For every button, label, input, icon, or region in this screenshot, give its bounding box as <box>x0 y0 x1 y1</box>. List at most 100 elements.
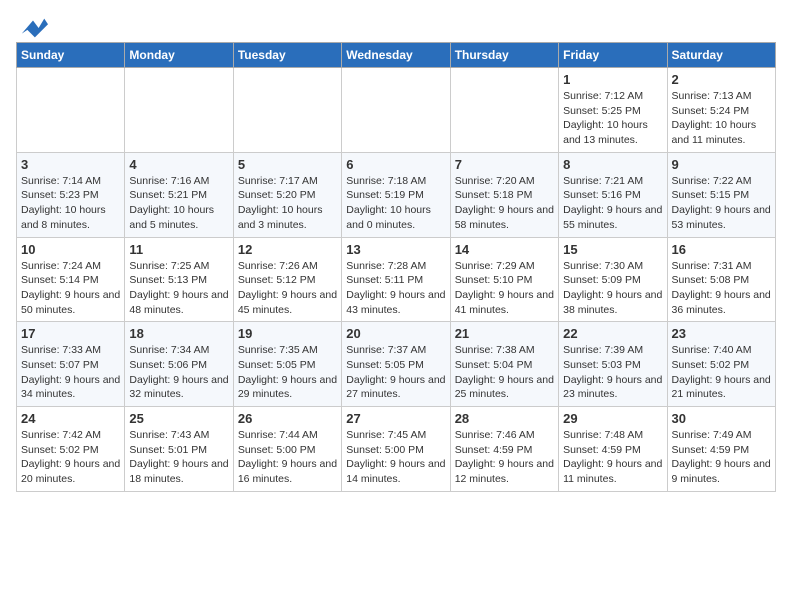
day-header-friday: Friday <box>559 43 667 68</box>
calendar-week-row: 17 Sunrise: 7:33 AM Sunset: 5:07 PM Dayli… <box>17 322 776 407</box>
calendar-cell: 19 Sunrise: 7:35 AM Sunset: 5:05 PM Dayli… <box>233 322 341 407</box>
day-number: 3 <box>21 157 120 172</box>
page-header <box>16 16 776 32</box>
day-number: 7 <box>455 157 554 172</box>
cell-content: Sunrise: 7:33 AM Sunset: 5:07 PM Dayligh… <box>21 343 120 402</box>
day-number: 30 <box>672 411 771 426</box>
day-number: 22 <box>563 326 662 341</box>
cell-content: Sunrise: 7:29 AM Sunset: 5:10 PM Dayligh… <box>455 259 554 318</box>
day-header-wednesday: Wednesday <box>342 43 450 68</box>
cell-content: Sunrise: 7:24 AM Sunset: 5:14 PM Dayligh… <box>21 259 120 318</box>
calendar-cell: 21 Sunrise: 7:38 AM Sunset: 5:04 PM Dayli… <box>450 322 558 407</box>
cell-content: Sunrise: 7:26 AM Sunset: 5:12 PM Dayligh… <box>238 259 337 318</box>
day-number: 15 <box>563 242 662 257</box>
calendar-cell <box>233 68 341 153</box>
cell-content: Sunrise: 7:49 AM Sunset: 4:59 PM Dayligh… <box>672 428 771 487</box>
day-number: 28 <box>455 411 554 426</box>
day-number: 29 <box>563 411 662 426</box>
day-number: 16 <box>672 242 771 257</box>
calendar-cell: 8 Sunrise: 7:21 AM Sunset: 5:16 PM Daylig… <box>559 152 667 237</box>
calendar-cell: 26Sunrise: 7:44 AM Sunset: 5:00 PM Dayli… <box>233 407 341 492</box>
day-number: 11 <box>129 242 228 257</box>
day-number: 27 <box>346 411 445 426</box>
calendar-week-row: 1 Sunrise: 7:12 AM Sunset: 5:25 PM Daylig… <box>17 68 776 153</box>
cell-content: Sunrise: 7:16 AM Sunset: 5:21 PM Dayligh… <box>129 174 228 233</box>
cell-content: Sunrise: 7:12 AM Sunset: 5:25 PM Dayligh… <box>563 89 662 148</box>
cell-content: Sunrise: 7:14 AM Sunset: 5:23 PM Dayligh… <box>21 174 120 233</box>
cell-content: Sunrise: 7:18 AM Sunset: 5:19 PM Dayligh… <box>346 174 445 233</box>
calendar-cell: 29 Sunrise: 7:48 AM Sunset: 4:59 PM Dayli… <box>559 407 667 492</box>
day-header-monday: Monday <box>125 43 233 68</box>
calendar-week-row: 24 Sunrise: 7:42 AM Sunset: 5:02 PM Dayli… <box>17 407 776 492</box>
calendar-cell <box>342 68 450 153</box>
cell-content: Sunrise: 7:40 AM Sunset: 5:02 PM Dayligh… <box>672 343 771 402</box>
cell-content: Sunrise: 7:43 AM Sunset: 5:01 PM Dayligh… <box>129 428 228 487</box>
cell-content: Sunrise: 7:34 AM Sunset: 5:06 PM Dayligh… <box>129 343 228 402</box>
day-header-saturday: Saturday <box>667 43 775 68</box>
cell-content: Sunrise: 7:45 AM Sunset: 5:00 PM Dayligh… <box>346 428 445 487</box>
calendar-cell: 16 Sunrise: 7:31 AM Sunset: 5:08 PM Dayli… <box>667 237 775 322</box>
day-number: 6 <box>346 157 445 172</box>
day-number: 4 <box>129 157 228 172</box>
day-header-tuesday: Tuesday <box>233 43 341 68</box>
day-number: 20 <box>346 326 445 341</box>
calendar-cell: 5 Sunrise: 7:17 AM Sunset: 5:20 PM Daylig… <box>233 152 341 237</box>
cell-content: Sunrise: 7:17 AM Sunset: 5:20 PM Dayligh… <box>238 174 337 233</box>
calendar-cell: 12Sunrise: 7:26 AM Sunset: 5:12 PM Dayli… <box>233 237 341 322</box>
logo <box>16 16 48 32</box>
calendar-header-row: SundayMondayTuesdayWednesdayThursdayFrid… <box>17 43 776 68</box>
cell-content: Sunrise: 7:42 AM Sunset: 5:02 PM Dayligh… <box>21 428 120 487</box>
cell-content: Sunrise: 7:31 AM Sunset: 5:08 PM Dayligh… <box>672 259 771 318</box>
cell-content: Sunrise: 7:39 AM Sunset: 5:03 PM Dayligh… <box>563 343 662 402</box>
calendar-cell: 13 Sunrise: 7:28 AM Sunset: 5:11 PM Dayli… <box>342 237 450 322</box>
day-number: 19 <box>238 326 337 341</box>
calendar-cell: 24 Sunrise: 7:42 AM Sunset: 5:02 PM Dayli… <box>17 407 125 492</box>
calendar-cell: 9Sunrise: 7:22 AM Sunset: 5:15 PM Daylig… <box>667 152 775 237</box>
calendar-cell: 3 Sunrise: 7:14 AM Sunset: 5:23 PM Daylig… <box>17 152 125 237</box>
day-number: 14 <box>455 242 554 257</box>
calendar-cell: 14 Sunrise: 7:29 AM Sunset: 5:10 PM Dayli… <box>450 237 558 322</box>
logo-bird-icon <box>18 16 48 38</box>
calendar-cell: 11 Sunrise: 7:25 AM Sunset: 5:13 PM Dayli… <box>125 237 233 322</box>
calendar-table: SundayMondayTuesdayWednesdayThursdayFrid… <box>16 42 776 492</box>
calendar-cell: 7Sunrise: 7:20 AM Sunset: 5:18 PM Daylig… <box>450 152 558 237</box>
day-number: 23 <box>672 326 771 341</box>
cell-content: Sunrise: 7:13 AM Sunset: 5:24 PM Dayligh… <box>672 89 771 148</box>
day-number: 8 <box>563 157 662 172</box>
calendar-cell <box>17 68 125 153</box>
day-number: 13 <box>346 242 445 257</box>
day-number: 25 <box>129 411 228 426</box>
day-number: 26 <box>238 411 337 426</box>
calendar-cell: 15 Sunrise: 7:30 AM Sunset: 5:09 PM Dayli… <box>559 237 667 322</box>
calendar-cell: 4 Sunrise: 7:16 AM Sunset: 5:21 PM Daylig… <box>125 152 233 237</box>
day-number: 18 <box>129 326 228 341</box>
day-number: 1 <box>563 72 662 87</box>
cell-content: Sunrise: 7:25 AM Sunset: 5:13 PM Dayligh… <box>129 259 228 318</box>
calendar-cell: 27 Sunrise: 7:45 AM Sunset: 5:00 PM Dayli… <box>342 407 450 492</box>
cell-content: Sunrise: 7:46 AM Sunset: 4:59 PM Dayligh… <box>455 428 554 487</box>
day-number: 21 <box>455 326 554 341</box>
day-number: 24 <box>21 411 120 426</box>
calendar-cell: 25 Sunrise: 7:43 AM Sunset: 5:01 PM Dayli… <box>125 407 233 492</box>
calendar-week-row: 10 Sunrise: 7:24 AM Sunset: 5:14 PM Dayli… <box>17 237 776 322</box>
calendar-cell: 10 Sunrise: 7:24 AM Sunset: 5:14 PM Dayli… <box>17 237 125 322</box>
day-number: 17 <box>21 326 120 341</box>
calendar-cell: 23 Sunrise: 7:40 AM Sunset: 5:02 PM Dayli… <box>667 322 775 407</box>
cell-content: Sunrise: 7:22 AM Sunset: 5:15 PM Dayligh… <box>672 174 771 233</box>
day-number: 10 <box>21 242 120 257</box>
calendar-cell: 22 Sunrise: 7:39 AM Sunset: 5:03 PM Dayli… <box>559 322 667 407</box>
day-header-thursday: Thursday <box>450 43 558 68</box>
calendar-cell: 1 Sunrise: 7:12 AM Sunset: 5:25 PM Daylig… <box>559 68 667 153</box>
calendar-cell: 30 Sunrise: 7:49 AM Sunset: 4:59 PM Dayli… <box>667 407 775 492</box>
day-number: 5 <box>238 157 337 172</box>
cell-content: Sunrise: 7:48 AM Sunset: 4:59 PM Dayligh… <box>563 428 662 487</box>
cell-content: Sunrise: 7:35 AM Sunset: 5:05 PM Dayligh… <box>238 343 337 402</box>
cell-content: Sunrise: 7:21 AM Sunset: 5:16 PM Dayligh… <box>563 174 662 233</box>
day-header-sunday: Sunday <box>17 43 125 68</box>
calendar-cell: 28 Sunrise: 7:46 AM Sunset: 4:59 PM Dayli… <box>450 407 558 492</box>
calendar-cell: 17 Sunrise: 7:33 AM Sunset: 5:07 PM Dayli… <box>17 322 125 407</box>
cell-content: Sunrise: 7:38 AM Sunset: 5:04 PM Dayligh… <box>455 343 554 402</box>
calendar-cell: 20Sunrise: 7:37 AM Sunset: 5:05 PM Dayli… <box>342 322 450 407</box>
cell-content: Sunrise: 7:30 AM Sunset: 5:09 PM Dayligh… <box>563 259 662 318</box>
cell-content: Sunrise: 7:28 AM Sunset: 5:11 PM Dayligh… <box>346 259 445 318</box>
